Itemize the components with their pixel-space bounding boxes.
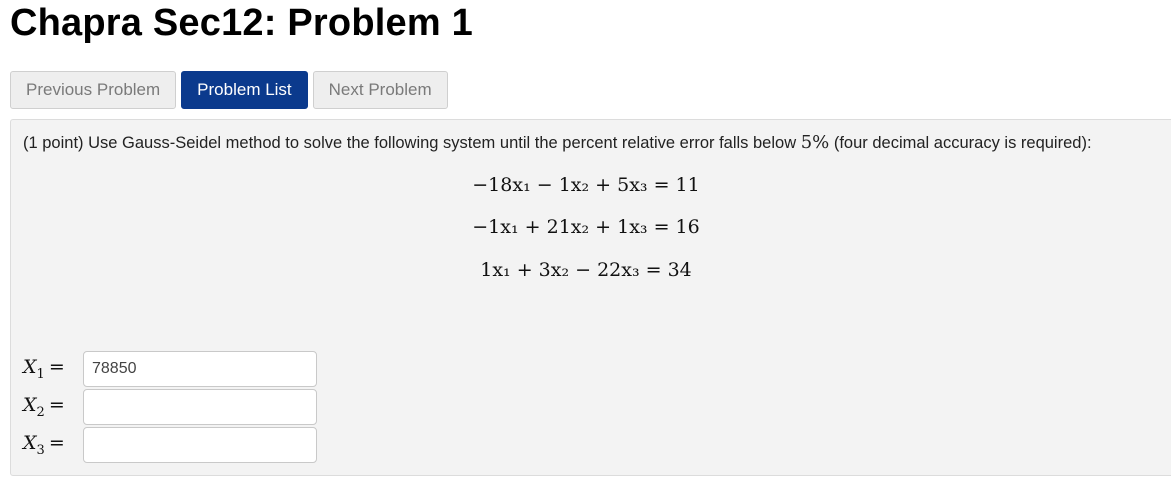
equation-3: 1x₁ + 3x₂ − 22x₃ = 34 — [480, 259, 692, 281]
answer-input-x2[interactable] — [83, 389, 317, 425]
answer-row-x2: X2 = — [23, 389, 317, 425]
equation-1: −18x₁ − 1x₂ + 5x₃ = 11 — [472, 174, 700, 196]
previous-problem-button[interactable]: Previous Problem — [10, 71, 177, 109]
problem-prompt: (1 point) Use Gauss-Seidel method to sol… — [23, 132, 1171, 153]
answer-row-x1: X1 = — [23, 351, 317, 387]
problem-list-button[interactable]: Problem List — [181, 71, 308, 109]
answer-label-x1: X1 = — [23, 356, 65, 382]
answer-input-x1[interactable] — [83, 351, 317, 387]
answer-input-x3[interactable] — [83, 427, 317, 463]
problem-navigation: Previous Problem Problem List Next Probl… — [10, 71, 448, 109]
prompt-prefix: (1 point) Use Gauss-Seidel method to sol… — [23, 134, 801, 152]
error-threshold: 5% — [800, 132, 830, 153]
answer-label-x3: X3 = — [23, 432, 65, 458]
page-title: Chapra Sec12: Problem 1 — [10, 2, 473, 44]
prompt-suffix: (four decimal accuracy is required): — [829, 134, 1092, 152]
next-problem-button[interactable]: Next Problem — [312, 71, 448, 109]
equation-2: −1x₁ + 21x₂ + 1x₃ = 16 — [472, 216, 700, 238]
answer-label-x2: X2 = — [23, 394, 65, 420]
problem-panel: (1 point) Use Gauss-Seidel method to sol… — [10, 119, 1171, 476]
answer-row-x3: X3 = — [23, 427, 317, 463]
page: Chapra Sec12: Problem 1 Previous Problem… — [0, 0, 1171, 491]
